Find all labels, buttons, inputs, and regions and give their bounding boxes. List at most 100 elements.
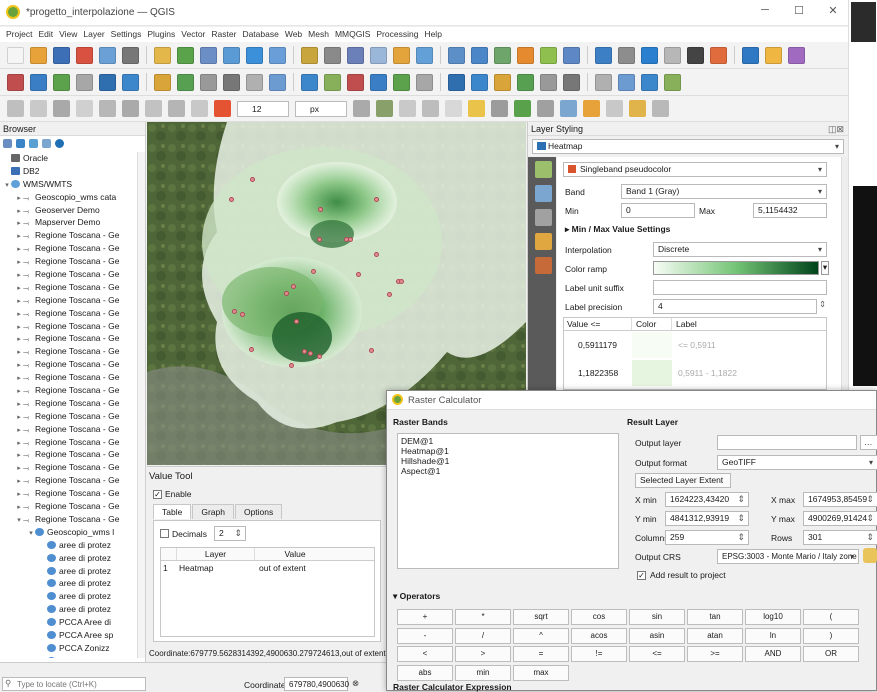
browser-item[interactable]: aree di protez [0, 590, 138, 603]
deselect-icon[interactable] [540, 46, 557, 64]
crs-selector-icon[interactable] [863, 548, 877, 563]
expand-toggle-icon[interactable]: ▸ [15, 218, 23, 229]
browser-item[interactable]: ▸ ⤙ Regione Toscana - Ge [0, 242, 138, 255]
expand-toggle-icon[interactable]: ▾ [3, 180, 11, 191]
operator-button[interactable]: acos [571, 627, 627, 644]
zoom-out-icon[interactable] [223, 46, 240, 64]
attribute-table-icon[interactable] [494, 73, 511, 91]
zoom-to-layer-icon[interactable] [301, 73, 318, 91]
expand-toggle-icon[interactable]: ▸ [15, 283, 23, 294]
tab-graph[interactable]: Graph [192, 504, 234, 519]
output-layer-field[interactable] [717, 435, 857, 450]
class-color-swatch[interactable] [632, 332, 672, 358]
raster-band-item[interactable]: Hillshade@1 [401, 456, 615, 466]
expand-toggle-icon[interactable]: ▸ [15, 399, 23, 410]
zoom-native-icon[interactable] [324, 73, 341, 91]
sample-point-marker[interactable] [374, 197, 379, 202]
raster-band-item[interactable]: Aspect@1 [401, 466, 615, 476]
operator-button[interactable]: log10 [745, 609, 801, 625]
operator-button[interactable]: sin [629, 609, 685, 625]
menu-mesh[interactable]: Mesh [308, 27, 329, 42]
label-tool-icon[interactable] [353, 100, 370, 117]
operator-button[interactable]: cos [571, 609, 627, 625]
browser-item[interactable]: ▸ ⤙ Geoserver Demo [0, 204, 138, 217]
font-unit-select[interactable]: px [295, 100, 347, 117]
operator-button[interactable]: * [455, 609, 511, 625]
zoom-in-icon[interactable] [200, 73, 217, 91]
styling-scrollbar[interactable] [841, 157, 848, 390]
expand-toggle-icon[interactable]: ▸ [15, 373, 23, 384]
statistics-icon[interactable] [595, 73, 612, 91]
class-row[interactable]: 1,1822358 0,5911 - 1,1822 [564, 359, 826, 387]
column-header-layer[interactable]: Layer [177, 548, 255, 560]
select-icon[interactable] [517, 46, 534, 64]
operator-button[interactable]: abs [397, 664, 453, 681]
digitizing-tool-icon[interactable] [122, 100, 139, 117]
xmax-spinbox[interactable]: 1674953,85459 [803, 492, 877, 507]
zoom-to-layer-icon[interactable] [301, 46, 318, 64]
min-field[interactable]: 0 [621, 203, 695, 218]
select-icon[interactable] [517, 73, 534, 91]
browser-item[interactable]: ▸ ⤙ Regione Toscana - Ge [0, 268, 138, 281]
zoom-last-icon[interactable] [347, 46, 364, 64]
map-tips-icon[interactable] [641, 46, 658, 64]
new-print-layout-icon[interactable] [99, 73, 116, 91]
sample-point-marker[interactable] [284, 291, 289, 296]
zoom-next-icon[interactable] [370, 46, 387, 64]
open-project-icon[interactable] [30, 73, 47, 91]
rendering-tab-icon[interactable] [535, 233, 552, 250]
show-bookmarks-icon[interactable] [416, 73, 433, 91]
browser-item[interactable]: ▸ ⤙ Geoscopio_wms cata [0, 191, 138, 204]
expand-toggle-icon[interactable]: ▸ [15, 425, 23, 436]
digitizing-tool-icon[interactable] [145, 100, 162, 117]
attribute-table-icon[interactable] [494, 46, 511, 64]
plugin-icon[interactable] [710, 46, 727, 64]
zoom-to-selection-icon[interactable] [269, 73, 286, 91]
rows-spinbox[interactable]: 301 [803, 530, 877, 545]
sample-point-marker[interactable] [294, 319, 299, 324]
browser-item[interactable]: ▸ ⤙ Regione Toscana - Ge [0, 307, 138, 320]
menu-database[interactable]: Database [242, 27, 278, 42]
expand-toggle-icon[interactable]: ▸ [15, 231, 23, 242]
annotation-icon[interactable] [664, 73, 681, 91]
label-tool-icon[interactable] [445, 100, 462, 117]
menu-layer[interactable]: Layer [83, 27, 104, 42]
expand-toggle-icon[interactable]: ▸ [15, 296, 23, 307]
sample-point-marker[interactable] [250, 177, 255, 182]
sample-point-marker[interactable] [229, 197, 234, 202]
expand-toggle-icon[interactable]: ▸ [15, 386, 23, 397]
zoom-native-icon[interactable] [324, 46, 341, 64]
browser-item[interactable]: PCCA Zonizz [0, 642, 138, 655]
label-tool-icon[interactable] [606, 100, 623, 117]
measure-icon[interactable] [618, 46, 635, 64]
save-project-icon[interactable] [53, 46, 70, 64]
label-tool-icon[interactable] [399, 100, 416, 117]
info-icon[interactable] [55, 138, 64, 148]
band-select[interactable]: Band 1 (Gray) [621, 184, 827, 199]
filter-icon[interactable] [29, 138, 38, 148]
browser-item[interactable]: ▸ ⤙ Regione Toscana - Ge [0, 320, 138, 333]
new-project-icon[interactable] [788, 46, 805, 64]
operator-button[interactable]: / [455, 627, 511, 644]
style-manager-icon[interactable] [122, 46, 139, 64]
class-row[interactable]: 0,5911179 <= 0,5911 [564, 331, 826, 359]
raster-band-item[interactable]: Heatmap@1 [401, 446, 615, 456]
browser-item[interactable]: aree di protez [0, 552, 138, 565]
browser-item[interactable]: PCCA Aree sp [0, 629, 138, 642]
column-header-value[interactable]: Value [255, 548, 335, 560]
header-color[interactable]: Color [632, 318, 672, 330]
browser-item[interactable]: ▸ ⤙ Regione Toscana - Ge [0, 384, 138, 397]
coordinate-field[interactable]: 679780,4900630 [284, 677, 349, 691]
digitizing-tool-icon[interactable] [168, 100, 185, 117]
operator-button[interactable]: atan [687, 627, 743, 644]
browser-item[interactable]: ▸ ⤙ Regione Toscana - Ge [0, 358, 138, 371]
browser-item[interactable]: PCCA Aree di [0, 616, 138, 629]
class-color-swatch[interactable] [632, 360, 672, 386]
digitizing-tool-icon[interactable] [191, 100, 208, 117]
histogram-tab-icon[interactable] [535, 209, 552, 226]
label-tool-icon[interactable] [514, 100, 531, 117]
open-project-icon[interactable] [30, 46, 47, 64]
operator-button[interactable]: <= [629, 646, 685, 662]
operator-button[interactable]: OR [803, 646, 859, 662]
browser-item[interactable]: ▸ ⤙ Regione Toscana - Ge [0, 332, 138, 345]
